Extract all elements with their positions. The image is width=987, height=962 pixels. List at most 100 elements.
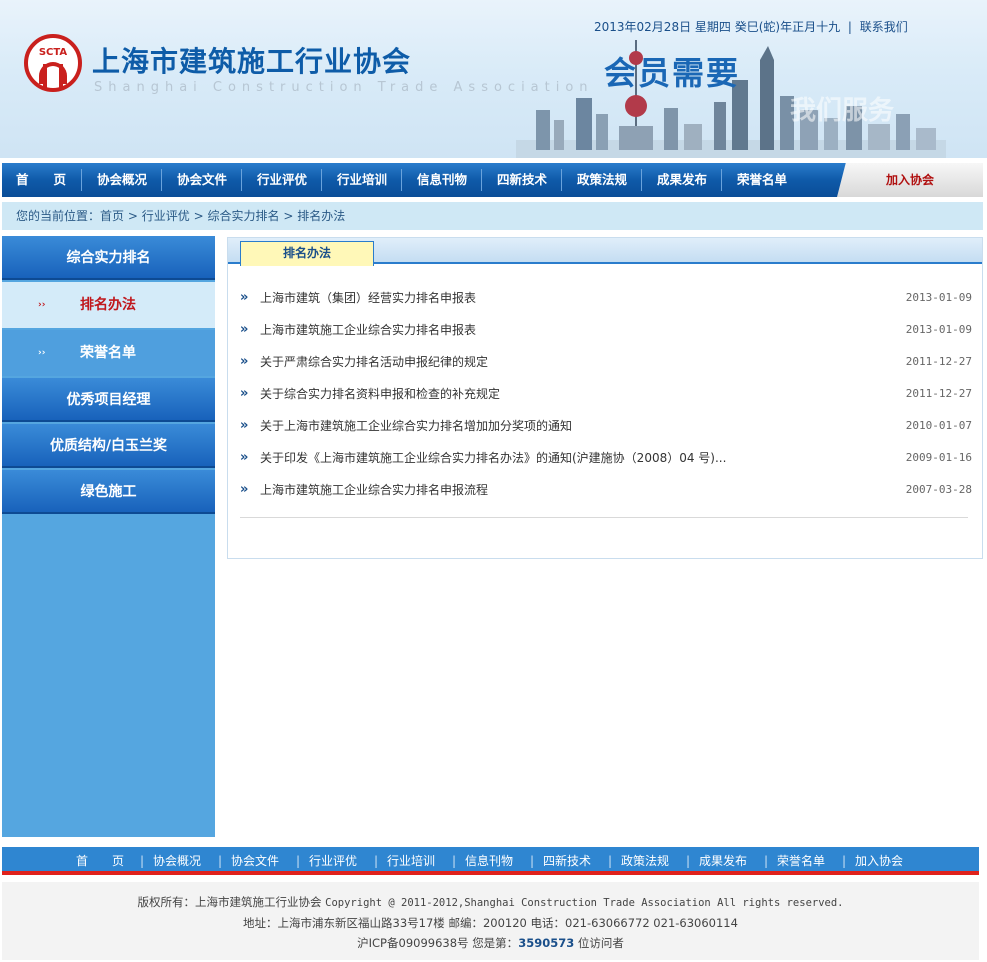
copyright-cn: 版权所有：上海市建筑施工行业协会: [137, 895, 322, 909]
breadcrumb-item-evaluation[interactable]: 行业评优: [142, 209, 190, 223]
contact-us-link[interactable]: 联系我们: [860, 20, 908, 34]
main-nav: 首 页 协会概况 协会文件 行业评优 行业培训 信息刊物 四新技术 政策法规 成…: [2, 163, 983, 197]
nav-item-results[interactable]: 成果发布: [642, 163, 722, 197]
article-title[interactable]: 上海市建筑施工企业综合实力排名申报表: [260, 320, 476, 340]
footer: 版权所有：上海市建筑施工行业协会 Copyright @ 2011-2012,S…: [2, 882, 979, 960]
list-item[interactable]: » 上海市建筑施工企业综合实力排名申报流程 2007-03-28: [240, 480, 972, 500]
sidebar-section-green-construction[interactable]: 绿色施工: [2, 470, 215, 514]
join-association-button[interactable]: 加入协会: [837, 163, 983, 197]
sidebar-subitem-ranking-method[interactable]: ›› 排名办法: [2, 282, 215, 328]
nav-item-documents[interactable]: 协会文件: [162, 163, 242, 197]
content-panel: 排名办法 » 上海市建筑（集团）经营实力排名申报表 2013-01-09 » 上…: [227, 237, 983, 559]
article-title[interactable]: 关于综合实力排名资料申报和检查的补充规定: [260, 384, 500, 404]
footer-separator: |: [608, 854, 613, 868]
nav-item-training[interactable]: 行业培训: [322, 163, 402, 197]
double-arrow-icon: »: [240, 290, 249, 305]
footer-link-publications[interactable]: 信息刊物: [465, 847, 513, 875]
sidebar-subitem-label: 荣誉名单: [80, 345, 136, 361]
list-item[interactable]: » 关于上海市建筑施工企业综合实力排名增加加分奖项的通知 2010-01-07: [240, 416, 972, 436]
list-item[interactable]: » 关于严肃综合实力排名活动申报纪律的规定 2011-12-27: [240, 352, 972, 372]
icp-link[interactable]: 沪ICP备09099638号: [357, 936, 468, 950]
footer-separator: |: [686, 854, 691, 868]
date-separator: |: [847, 20, 852, 34]
footer-link-training[interactable]: 行业培训: [387, 847, 435, 875]
footer-link-about[interactable]: 协会概况: [153, 847, 201, 875]
double-arrow-icon: »: [240, 418, 249, 433]
sidebar: 综合实力排名 ›› 排名办法 ›› 荣誉名单 优秀项目经理 优质结构/白玉兰奖 …: [2, 236, 215, 837]
footer-separator: |: [764, 854, 769, 868]
sidebar-subitem-honor-list[interactable]: ›› 荣誉名单: [2, 330, 215, 376]
logo-pillar-right: [59, 64, 63, 88]
current-date: 2013年02月28日 星期四 癸巳(蛇)年正月十九: [594, 20, 841, 34]
double-arrow-icon: »: [240, 482, 249, 497]
footer-nav: 首 页 | 协会概况 | 协会文件 | 行业评优 | 行业培训 | 信息刊物 |…: [2, 847, 979, 875]
icp-line: 沪ICP备09099638号 您是第：3590573 位访问者: [2, 935, 979, 951]
footer-separator: |: [842, 854, 847, 868]
slogan-faded: 我们服务: [790, 96, 895, 126]
article-title[interactable]: 上海市建筑（集团）经营实力排名申报表: [260, 288, 476, 308]
article-title[interactable]: 关于印发《上海市建筑施工企业综合实力排名办法》的通知(沪建施协（2008）04 …: [260, 448, 726, 468]
breadcrumb-item-ranking[interactable]: 综合实力排名: [207, 209, 279, 223]
footer-link-evaluation[interactable]: 行业评优: [309, 847, 357, 875]
sidebar-section-project-manager[interactable]: 优秀项目经理: [2, 378, 215, 422]
visitor-prefix: 您是第：: [472, 936, 519, 950]
double-chevron-icon: ››: [38, 300, 46, 310]
footer-link-policy[interactable]: 政策法规: [621, 847, 669, 875]
breadcrumb-separator: >: [283, 209, 294, 223]
list-item[interactable]: » 上海市建筑施工企业综合实力排名申报表 2013-01-09: [240, 320, 972, 340]
association-logo[interactable]: SCTA: [24, 34, 82, 92]
article-title[interactable]: 关于上海市建筑施工企业综合实力排名增加加分奖项的通知: [260, 416, 572, 436]
footer-link-honor-list[interactable]: 荣誉名单: [777, 847, 825, 875]
article-title[interactable]: 上海市建筑施工企业综合实力排名申报流程: [260, 480, 488, 500]
footer-separator: |: [374, 854, 379, 868]
header-banner: SCTA 上海市建筑施工行业协会 Shanghai Construction T…: [0, 0, 987, 158]
breadcrumb-item-current[interactable]: 排名办法: [297, 209, 345, 223]
double-chevron-icon: ››: [38, 348, 46, 358]
article-date: 2009-01-16: [905, 451, 972, 464]
article-date: 2011-12-27: [905, 355, 972, 368]
breadcrumb-item-home[interactable]: 首页: [100, 209, 124, 223]
breadcrumb: 您的当前位置：首页 > 行业评优 > 综合实力排名 > 排名办法: [2, 202, 983, 230]
footer-link-results[interactable]: 成果发布: [699, 847, 747, 875]
article-title[interactable]: 关于严肃综合实力排名活动申报纪律的规定: [260, 352, 488, 372]
footer-link-home[interactable]: 首 页: [76, 847, 124, 875]
footer-separator: |: [452, 854, 457, 868]
list-item[interactable]: » 上海市建筑（集团）经营实力排名申报表 2013-01-09: [240, 288, 972, 308]
nav-item-home[interactable]: 首 页: [2, 163, 80, 197]
list-item[interactable]: » 关于综合实力排名资料申报和检查的补充规定 2011-12-27: [240, 384, 972, 404]
date-line: 2013年02月28日 星期四 癸巳(蛇)年正月十九 | 联系我们: [594, 18, 908, 35]
sidebar-section-quality-structure[interactable]: 优质结构/白玉兰奖: [2, 424, 215, 468]
article-date: 2010-01-07: [905, 419, 972, 432]
double-arrow-icon: »: [240, 354, 249, 369]
nav-item-publications[interactable]: 信息刊物: [402, 163, 482, 197]
address-line: 地址：上海市浦东新区福山路33号17楼 邮编：200120 电话：021-630…: [243, 916, 738, 930]
tab-ranking-method[interactable]: 排名办法: [240, 241, 374, 266]
nav-item-evaluation[interactable]: 行业评优: [242, 163, 322, 197]
copyright-en: Copyright @ 2011-2012,Shanghai Construct…: [325, 897, 844, 909]
nav-item-policy[interactable]: 政策法规: [562, 163, 642, 197]
nav-item-new-tech[interactable]: 四新技术: [482, 163, 562, 197]
footer-link-join[interactable]: 加入协会: [855, 847, 903, 875]
article-date: 2007-03-28: [905, 483, 972, 496]
footer-link-new-tech[interactable]: 四新技术: [543, 847, 591, 875]
nav-item-about[interactable]: 协会概况: [82, 163, 162, 197]
nav-item-honor-list[interactable]: 荣誉名单: [722, 163, 802, 197]
list-item[interactable]: » 关于印发《上海市建筑施工企业综合实力排名办法》的通知(沪建施协（2008）0…: [240, 448, 972, 468]
breadcrumb-separator: >: [127, 209, 138, 223]
footer-link-documents[interactable]: 协会文件: [231, 847, 279, 875]
sidebar-subitem-label: 排名办法: [80, 297, 136, 313]
logo-pillar-left: [43, 64, 47, 88]
visitor-suffix: 位访问者: [577, 936, 624, 950]
footer-separator: |: [140, 854, 145, 868]
logo-text: SCTA: [38, 47, 68, 58]
double-arrow-icon: »: [240, 322, 249, 337]
slogan: 会员需要: [604, 54, 741, 92]
footer-separator: |: [218, 854, 223, 868]
article-date: 2013-01-09: [905, 291, 972, 304]
sidebar-section-ranking[interactable]: 综合实力排名: [2, 236, 215, 280]
footer-separator: |: [530, 854, 535, 868]
double-arrow-icon: »: [240, 450, 249, 465]
visitor-count: 3590573: [518, 936, 575, 950]
double-arrow-icon: »: [240, 386, 249, 401]
breadcrumb-separator: >: [193, 209, 204, 223]
